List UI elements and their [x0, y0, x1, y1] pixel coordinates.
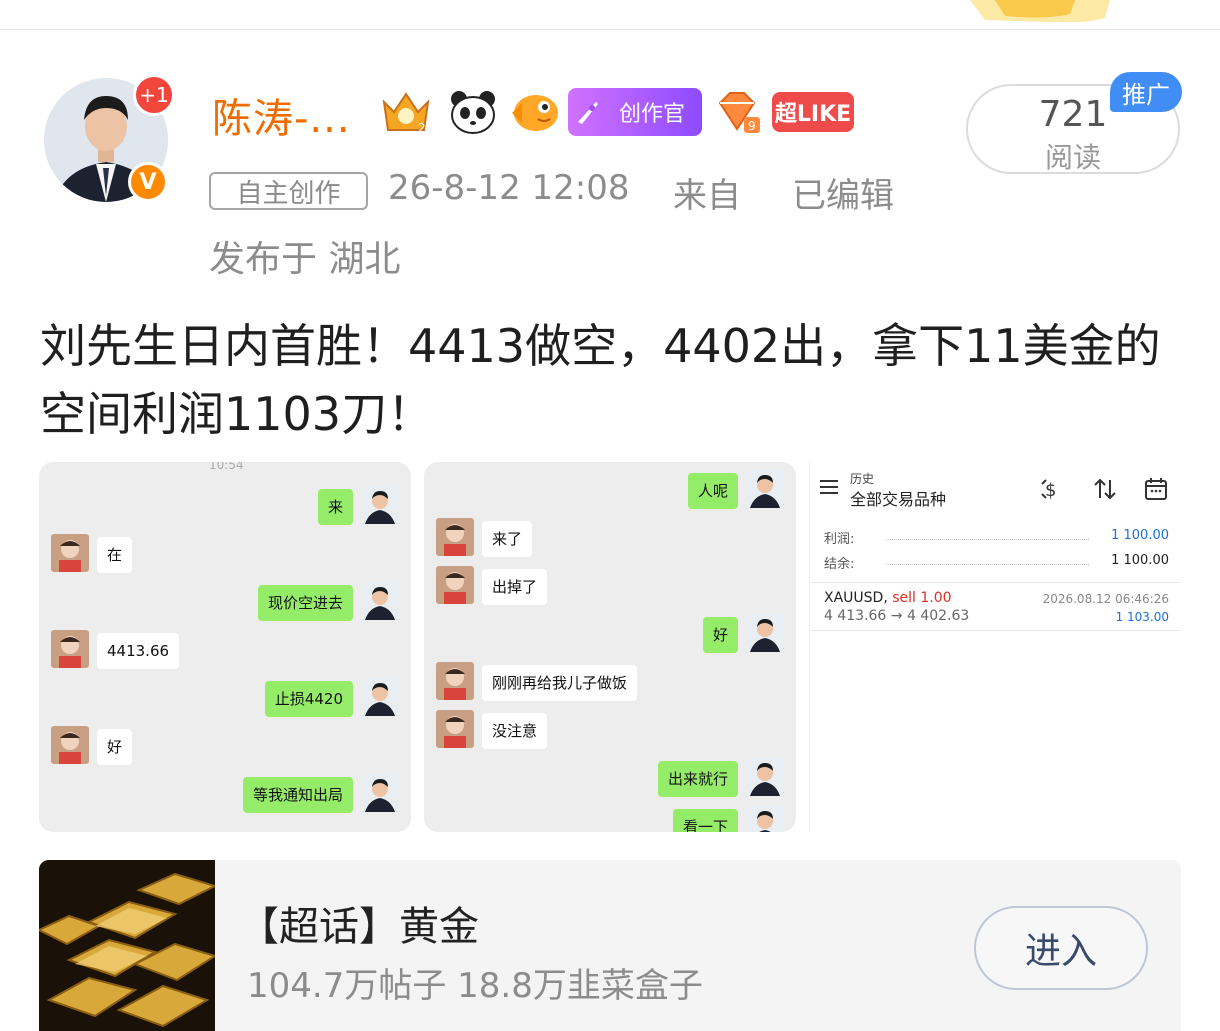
- creator-medal[interactable]: 创作官: [568, 88, 702, 136]
- symbol-name: XAUUSD,: [824, 590, 888, 606]
- svg-text:2: 2: [418, 121, 426, 135]
- chat-avatar: [361, 774, 399, 812]
- chat-avatar: [746, 758, 784, 796]
- trade-symbol[interactable]: XAUUSD, sell 1.00: [824, 590, 952, 606]
- plus-one-badge: +1: [133, 74, 175, 116]
- chat-message: 在: [39, 534, 411, 578]
- chat-timestamp: 10:54: [209, 462, 244, 472]
- promote-badge[interactable]: 推广: [1110, 72, 1182, 112]
- super-like-badge[interactable]: 超LIKE: [772, 92, 854, 132]
- divider: [810, 582, 1181, 583]
- balance-value: 1 100.00: [1111, 553, 1169, 568]
- top-divider: [0, 0, 1220, 30]
- svg-text:$: $: [1045, 480, 1056, 501]
- chat-bubble: 看一下: [672, 809, 738, 832]
- chat-bubble: 好: [97, 729, 133, 765]
- divider: [810, 630, 1181, 631]
- calendar-icon: [1145, 478, 1167, 500]
- chat-avatar: [51, 630, 89, 668]
- verified-badge-icon: V: [128, 162, 168, 202]
- post-source: 来自: [673, 176, 741, 216]
- chat-bubble: 出来就行: [657, 761, 738, 797]
- gem-level-medal-icon[interactable]: 9: [712, 88, 762, 136]
- chat-avatar: [746, 614, 784, 652]
- profit-row: 利润: 1 100.00: [824, 528, 1169, 550]
- topic-title: 【超话】黄金: [239, 904, 479, 950]
- chat-message: 出来就行: [424, 758, 796, 802]
- chat-bubble: 好: [702, 617, 738, 653]
- chat-avatar: [361, 582, 399, 620]
- post-image-trade-history[interactable]: 历史 全部交易品种 $ 利润: 1 100.00 结余: 1 100.00 XA…: [809, 462, 1181, 832]
- chat-avatar: [51, 726, 89, 764]
- chat-bubble: 出掉了: [482, 569, 548, 605]
- chat-message: 好: [39, 726, 411, 770]
- chat-message: 来了: [424, 518, 796, 562]
- super-topic-card[interactable]: 【超话】黄金 104.7万帖子 18.8万韭菜盒子 进入: [39, 860, 1181, 1031]
- chat-message: 人呢: [424, 470, 796, 514]
- chat-avatar: [51, 534, 89, 572]
- chat-message: 出掉了: [424, 566, 796, 610]
- chat-bubble: 现价空进去: [257, 585, 353, 621]
- trade-prices: 4 413.66 → 4 402.63: [824, 608, 970, 624]
- read-label: 阅读: [1044, 141, 1101, 174]
- chat-avatar: [436, 710, 474, 748]
- profit-value: 1 100.00: [1111, 528, 1169, 543]
- fish-medal-icon[interactable]: [508, 88, 562, 136]
- balance-row: 结余: 1 100.00: [824, 553, 1169, 575]
- enter-topic-button[interactable]: 进入: [974, 906, 1148, 990]
- chat-message: 4413.66: [39, 630, 411, 674]
- post-time: 26-8-12 12:08: [388, 168, 630, 208]
- trade-datetime: 2026.08.12 06:46:26: [1042, 592, 1169, 606]
- trade-side: sell 1.00: [892, 590, 952, 606]
- chat-avatar: [361, 678, 399, 716]
- chat-bubble: 来: [317, 489, 353, 525]
- all-symbols-title: 全部交易品种: [850, 490, 947, 509]
- sort-icon: [1094, 478, 1116, 500]
- edited-label[interactable]: 已编辑: [792, 168, 894, 217]
- author-name[interactable]: 陈涛-...: [212, 86, 351, 144]
- chat-avatar: [436, 518, 474, 556]
- post-location: 发布于 湖北: [209, 239, 401, 280]
- chat-message: 看一下: [424, 806, 796, 832]
- creator-medal-label: 创作官: [618, 102, 685, 127]
- chat-message: 止损4420: [39, 678, 411, 722]
- chat-message: 刚刚再给我儿子做饭: [424, 662, 796, 706]
- chat-bubble: 止损4420: [264, 681, 353, 717]
- chat-avatar: [746, 806, 784, 832]
- chat-bubble: 刚刚再给我儿子做饭: [482, 665, 638, 701]
- rocket-icon: [578, 102, 598, 124]
- original-content-tag: 自主创作: [209, 172, 368, 210]
- chat-bubble: 在: [97, 537, 133, 573]
- sticker-decoration-icon: [970, 0, 1110, 22]
- gold-bars-image: [39, 860, 215, 1031]
- menu-icon: [820, 480, 838, 498]
- svg-text:9: 9: [748, 119, 756, 133]
- chat-message: 现价空进去: [39, 582, 411, 626]
- trade-result: 1 103.00: [1115, 610, 1169, 624]
- crown-medal-icon[interactable]: 2: [378, 88, 434, 136]
- topic-stats: 104.7万帖子 18.8万韭菜盒子: [247, 966, 703, 1006]
- chat-bubble: 4413.66: [97, 633, 180, 669]
- chat-avatar: [436, 662, 474, 700]
- chat-message: 好: [424, 614, 796, 658]
- post-image-chat-2[interactable]: 人呢来了出掉了好刚刚再给我儿子做饭 没注意出来就行看一下: [424, 462, 796, 832]
- chat-bubble: 人呢: [687, 473, 738, 509]
- chat-message: 没注意: [424, 710, 796, 754]
- chat-avatar: [361, 486, 399, 524]
- history-label: 历史: [850, 472, 875, 486]
- panda-medal-icon[interactable]: [448, 88, 498, 136]
- chat-avatar: [746, 470, 784, 508]
- profit-label: 利润:: [824, 532, 855, 547]
- balance-label: 结余:: [824, 557, 855, 572]
- chat-message: 等我通知出局: [39, 774, 411, 818]
- chat-bubble: 来了: [482, 521, 533, 557]
- chat-message: 来: [39, 486, 411, 530]
- chat-avatar: [436, 566, 474, 604]
- post-image-chat-1[interactable]: 10:54 来在现价空进去 4413.66 止损4420 好等我通知出局: [39, 462, 411, 832]
- chat-bubble: 等我通知出局: [242, 777, 353, 813]
- chat-bubble: 没注意: [482, 713, 548, 749]
- post-text: 刘先生日内首胜！4413做空，4402出，拿下11美金的空间利润1103刀！: [40, 319, 1161, 441]
- currency-icon: $: [1041, 479, 1056, 501]
